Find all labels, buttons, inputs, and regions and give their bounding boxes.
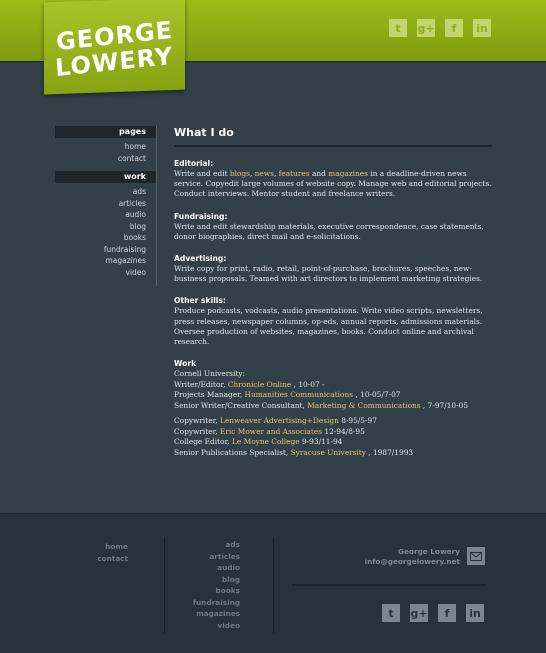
link-magazines[interactable]: magazines	[328, 169, 368, 178]
work-entry: Copywriter, Eric Mower and Associates 12…	[174, 426, 365, 436]
sidebar-item-articles[interactable]: articles	[55, 198, 146, 210]
twitter-icon[interactable]: t	[389, 19, 407, 37]
section-heading: Advertising:	[174, 254, 227, 264]
footer-work-list: ads articles audio blog books fundraisin…	[160, 539, 240, 631]
footer-divider	[273, 538, 274, 634]
link-blogs[interactable]: blogs	[230, 169, 250, 178]
footer-separator	[292, 584, 486, 586]
footer-social-links: t g+ f in	[382, 604, 484, 622]
sidebar-item-audio[interactable]: audio	[55, 209, 146, 221]
section-text: Write and edit stewardship materials, ex…	[174, 221, 484, 241]
footer-pages-list: home contact	[60, 541, 128, 564]
sidebar-heading-pages: pages	[55, 126, 156, 138]
footer: home contact ads articles audio blog boo…	[0, 513, 546, 653]
google-plus-icon[interactable]: g+	[417, 19, 435, 37]
header-social-links: t g+ f in	[389, 19, 491, 37]
section-heading: Editorial:	[174, 159, 214, 168]
link-syracuse[interactable]: Syracuse University	[291, 448, 366, 457]
footer-link-audio[interactable]: audio	[160, 562, 240, 574]
section-heading: Fundraising:	[174, 211, 228, 221]
work-entry: Senior Writer/Creative Consultant, Marke…	[174, 400, 469, 410]
footer-contact: George Lowery info@georgelowery.net	[365, 547, 460, 567]
sidebar-heading-work: work	[55, 171, 156, 183]
section-advertising: Advertising: Write copy for print, radio…	[174, 254, 492, 284]
sidebar-divider	[156, 126, 157, 286]
footer-link-articles[interactable]: articles	[160, 551, 240, 563]
section-text: Write and edit blogs, news, features and…	[174, 169, 492, 199]
sidebar-nav: pages home contact work ads articles aud…	[55, 126, 156, 285]
work-employer: Cornell University:	[174, 369, 246, 379]
sidebar-work-list: ads articles audio blog books fundraisin…	[55, 186, 156, 278]
footer-link-home[interactable]: home	[60, 541, 128, 553]
link-marketing-communications[interactable]: Marketing & Communications	[307, 401, 420, 410]
sidebar-item-contact[interactable]: contact	[55, 153, 146, 165]
footer-link-contact[interactable]: contact	[60, 553, 128, 565]
google-plus-icon[interactable]: g+	[410, 604, 428, 622]
work-entry: Copywriter, Lenweaver Advertising+Design…	[174, 416, 377, 426]
page-title: What I do	[174, 126, 492, 147]
link-eric-mower[interactable]: Eric Mower and Associates	[220, 427, 322, 436]
linkedin-icon[interactable]: in	[473, 19, 491, 37]
facebook-icon[interactable]: f	[445, 19, 463, 37]
twitter-icon[interactable]: t	[382, 604, 400, 622]
sidebar-item-home[interactable]: home	[55, 141, 146, 153]
section-other-skills: Other skills: Produce podcasts, vodcasts…	[174, 296, 492, 347]
mail-icon[interactable]	[467, 547, 485, 565]
footer-link-video[interactable]: video	[160, 620, 240, 632]
sidebar-item-magazines[interactable]: magazines	[55, 255, 146, 267]
header-band: GEORGE LOWERY t g+ f in	[0, 0, 546, 95]
link-features[interactable]: features	[279, 169, 310, 178]
link-chronicle-online[interactable]: Chronicle Online	[228, 380, 291, 389]
section-heading: Work	[174, 359, 197, 369]
sidebar-item-blog[interactable]: blog	[55, 221, 146, 233]
sidebar-item-ads[interactable]: ads	[55, 186, 146, 198]
link-lenweaver[interactable]: Lenweaver Advertising+Design	[220, 416, 339, 425]
section-fundraising: Fundraising: Write and edit stewardship …	[174, 212, 492, 242]
section-text: Write copy for print, radio, retail, poi…	[174, 264, 483, 284]
site-logo[interactable]: GEORGE LOWERY	[44, 0, 185, 95]
footer-link-ads[interactable]: ads	[160, 539, 241, 551]
contact-email[interactable]: info@georgelowery.net	[365, 557, 460, 567]
sidebar-item-fundraising[interactable]: fundraising	[55, 244, 146, 256]
sidebar-item-books[interactable]: books	[55, 232, 146, 244]
link-humanities-communications[interactable]: Humanities Communications	[245, 390, 353, 399]
work-entry: Projects Manager, Humanities Communicati…	[174, 390, 401, 400]
footer-link-blog[interactable]: blog	[160, 574, 240, 586]
link-le-moyne[interactable]: Le Moyne College	[232, 437, 300, 446]
footer-link-magazines[interactable]: magazines	[160, 608, 240, 620]
sidebar-pages-list: home contact	[55, 141, 156, 164]
linkedin-icon[interactable]: in	[466, 604, 484, 622]
main-content: What I do Editorial: Write and edit blog…	[174, 126, 492, 458]
section-text: Produce podcasts, vodcasts, audio presen…	[174, 306, 483, 347]
work-entry: Writer/Editor, Chronicle Online , 10-07 …	[174, 379, 325, 389]
contact-name: George Lowery	[398, 547, 460, 556]
sidebar-item-video[interactable]: video	[55, 267, 147, 279]
section-work: Work Cornell University: Writer/Editor, …	[174, 359, 492, 458]
footer-link-fundraising[interactable]: fundraising	[160, 597, 240, 609]
work-entry: Senior Publications Specialist, Syracuse…	[174, 447, 414, 457]
section-heading: Other skills:	[174, 296, 226, 306]
work-entry: College Editor, Le Moyne College 9-93/11…	[174, 437, 343, 447]
facebook-icon[interactable]: f	[438, 604, 456, 622]
footer-link-books[interactable]: books	[160, 585, 240, 597]
link-news[interactable]: news	[255, 169, 274, 178]
section-editorial: Editorial: Write and edit blogs, news, f…	[174, 159, 492, 200]
